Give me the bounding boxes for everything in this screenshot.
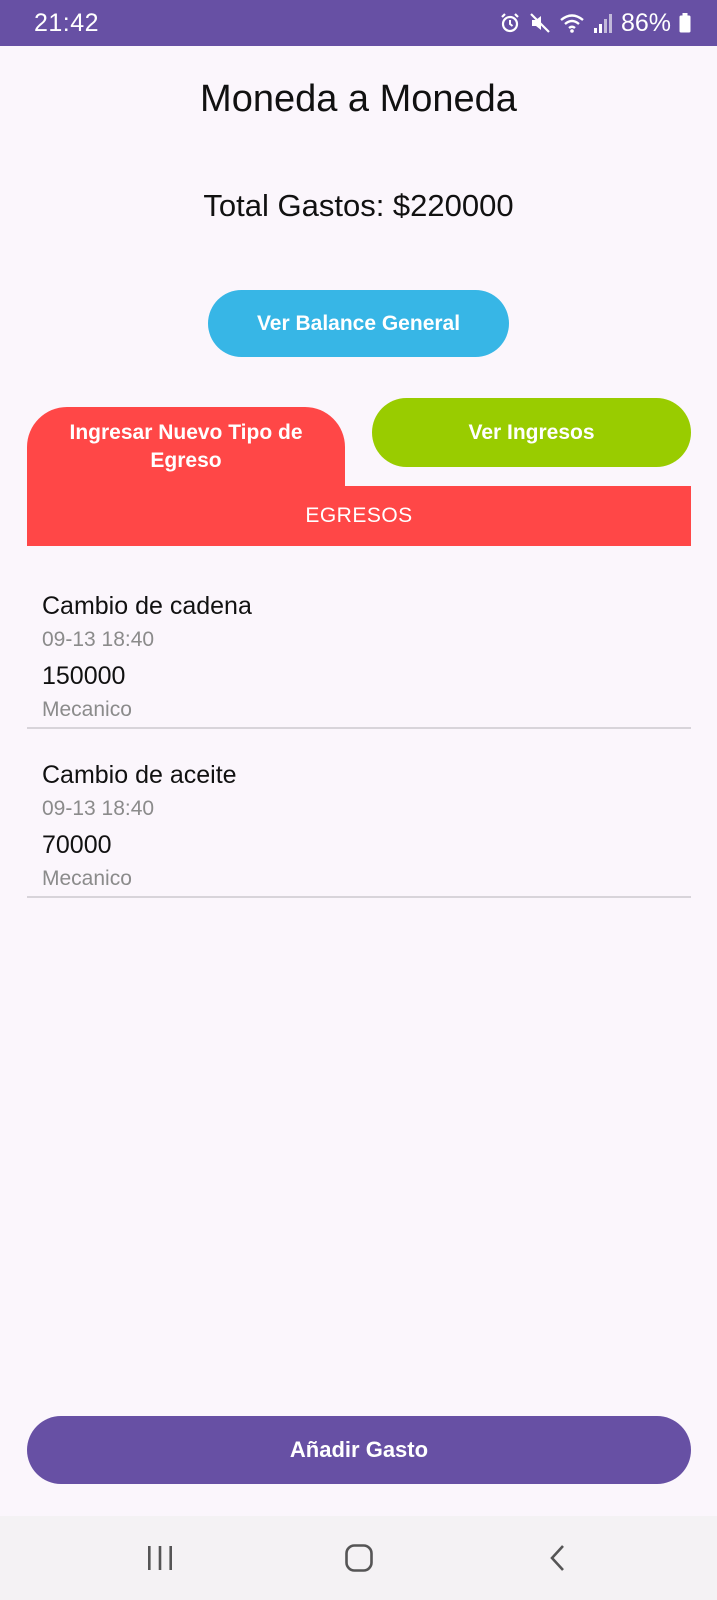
expense-category: Mecanico xyxy=(42,867,132,890)
app-screen: 21:42 86% Moneda a Moneda Total Gastos: … xyxy=(0,0,717,1600)
view-income-button[interactable]: Ver Ingresos xyxy=(372,398,691,467)
expense-amount: 150000 xyxy=(42,662,126,690)
status-bar: 21:42 86% xyxy=(0,0,717,46)
expense-name: Cambio de cadena xyxy=(42,592,252,620)
alarm-icon xyxy=(499,12,521,34)
expense-date: 09-13 18:40 xyxy=(42,628,155,651)
mute-icon xyxy=(529,12,551,34)
expense-name: Cambio de aceite xyxy=(42,761,237,789)
expense-date: 09-13 18:40 xyxy=(42,797,155,820)
battery-icon xyxy=(679,13,691,33)
view-balance-button[interactable]: Ver Balance General xyxy=(208,290,509,357)
navigation-bar xyxy=(0,1516,717,1600)
list-item[interactable]: Cambio de aceite 09-13 18:40 70000 Mecan… xyxy=(27,729,691,898)
expense-list: Cambio de cadena 09-13 18:40 150000 Meca… xyxy=(27,560,691,898)
back-icon[interactable] xyxy=(518,1528,598,1588)
page-title: Moneda a Moneda xyxy=(200,78,517,120)
expense-category: Mecanico xyxy=(42,698,132,721)
expense-amount: 70000 xyxy=(42,831,112,859)
home-icon[interactable] xyxy=(319,1528,399,1588)
list-item[interactable]: Cambio de cadena 09-13 18:40 150000 Meca… xyxy=(27,560,691,729)
total-expenses: Total Gastos: $220000 xyxy=(203,188,514,223)
status-icons: 86% xyxy=(499,9,691,38)
battery-text: 86% xyxy=(620,8,671,37)
new-expense-type-button[interactable]: Ingresar Nuevo Tipo de Egreso xyxy=(27,407,345,487)
signal-icon xyxy=(593,12,613,34)
status-time: 21:42 xyxy=(34,8,100,37)
add-expense-button[interactable]: Añadir Gasto xyxy=(27,1416,691,1484)
wifi-icon xyxy=(559,12,585,34)
recent-apps-icon[interactable] xyxy=(120,1528,200,1588)
expenses-section-header: EGRESOS xyxy=(27,486,691,546)
